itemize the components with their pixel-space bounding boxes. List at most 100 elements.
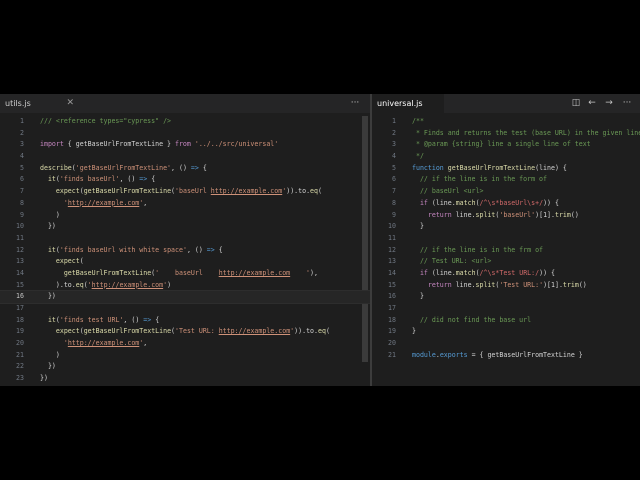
code-line[interactable]: 19} (372, 326, 640, 338)
code-line[interactable]: 11 (372, 233, 640, 245)
code-line[interactable]: 10 }) (0, 221, 370, 233)
code-line[interactable]: 12 // if the line is in the frm of (372, 245, 640, 257)
code-text: describe('getBaseUrlFromTextLine', () =>… (40, 163, 207, 172)
code-line[interactable]: 6 it('finds baseUrl', () => { (0, 174, 370, 186)
line-number: 5 (392, 163, 396, 172)
code-line[interactable]: 13 // Test URL: <url> (372, 256, 640, 268)
code-line[interactable]: 21 module.exports = { getBaseUrlFromTextL… (372, 350, 640, 362)
code-editor: utils.js ✕ ··· 1 /// <reference types="cy… (0, 94, 640, 386)
code-line[interactable]: 11 (0, 233, 370, 245)
line-number: 1 (392, 117, 396, 125)
line-number: 3 (392, 140, 396, 149)
code-line[interactable]: 4 */ (372, 151, 640, 163)
code-text: import { getBaseUrlFromTextLine } from '… (40, 140, 279, 149)
code-line[interactable]: 12 it('finds baseUrl with white space', … (0, 245, 370, 257)
go-forward-icon[interactable]: → (603, 94, 615, 113)
code-line[interactable]: 2 (0, 128, 370, 140)
code-line[interactable]: 16 } (372, 291, 640, 303)
code-text: function getBaseUrlFromTextLine(line) { (412, 163, 567, 172)
line-number: 4 (392, 152, 396, 161)
code-text: return line.split('baseUrl')[1].trim() (427, 210, 579, 219)
code-line[interactable]: 15 return line.split('Test URL:')[1].tri… (372, 280, 640, 292)
code-text: /// <reference types="cypress" /> (40, 117, 172, 125)
code-line[interactable]: 7 // baseUrl <url> (372, 186, 640, 198)
code-line[interactable]: 9 return line.split('baseUrl')[1].trim() (372, 210, 640, 222)
code-line[interactable]: 14 if (line.match(/^\s*Test URL:/)) { (372, 268, 640, 280)
code-line[interactable]: 7 expect(getBaseUrlFromTextLine('baseUrl… (0, 186, 370, 198)
split-editor-icon[interactable]: ◫ (570, 94, 582, 113)
code-line[interactable]: 13 expect( (0, 256, 370, 268)
line-number: 20 (388, 339, 396, 348)
code-line[interactable]: 17 (0, 303, 370, 315)
line-number: 18 (16, 315, 24, 324)
tab-utils-js[interactable]: utils.js ✕ (0, 94, 78, 113)
code-text: 'http://example.com', (63, 198, 148, 207)
line-number: 17 (16, 304, 24, 312)
line-number: 1 (20, 117, 24, 125)
line-number: 15 (16, 280, 24, 289)
line-number: 19 (16, 327, 24, 336)
code-line[interactable]: 18 it('finds test URL', () => { (0, 315, 370, 327)
code-text: expect(getBaseUrlFromTextLine('Test URL:… (55, 327, 330, 336)
code-line[interactable]: 3 import { getBaseUrlFromTextLine } from … (0, 139, 370, 151)
tab-bar-right: universal.js ◫ ← → ··· (372, 94, 640, 113)
code-text: } (412, 222, 424, 231)
code-line[interactable]: 5 describe('getBaseUrlFromTextLine', () =… (0, 163, 370, 175)
line-number: 2 (20, 128, 24, 137)
code-line[interactable]: 19 expect(getBaseUrlFromTextLine('Test U… (0, 326, 370, 338)
code-line[interactable]: 1 /// <reference types="cypress" /> (0, 116, 370, 128)
code-area-left[interactable]: 1/// <reference types="cypress" /> 2 3 impo… (0, 116, 370, 386)
code-text: // Test URL: <url> (412, 257, 492, 266)
code-line[interactable]: 18 // did not find the base url (372, 315, 640, 327)
code-line[interactable]: 4 (0, 151, 370, 163)
code-text: it('finds test URL', () => { (47, 315, 160, 324)
line-number: 12 (388, 245, 396, 254)
code-line[interactable]: 14 getBaseUrlFromTextLine(' baseUrl http… (0, 268, 370, 280)
code-line[interactable]: 21 ) (0, 350, 370, 362)
line-number: 11 (16, 233, 24, 242)
code-line[interactable]: 20 (372, 338, 640, 350)
line-number: 13 (16, 257, 24, 266)
code-text: expect(getBaseUrlFromTextLine('baseUrl h… (55, 187, 322, 196)
more-icon[interactable]: ··· (621, 94, 633, 113)
code-text: } (412, 327, 416, 336)
code-text: }) (40, 374, 48, 383)
code-line[interactable]: 5 function getBaseUrlFromTextLine(line) { (372, 163, 640, 175)
code-line[interactable]: 8 'http://example.com', (0, 198, 370, 210)
code-text: it('finds baseUrl', () => { (47, 175, 156, 184)
line-number: 5 (20, 163, 24, 172)
line-number: 6 (392, 175, 396, 184)
code-line[interactable]: 8 if (line.match(/^\s*baseUrl\s+/)) { (372, 198, 640, 210)
go-back-icon[interactable]: ← (586, 94, 598, 113)
code-line[interactable]: 23}) (0, 373, 370, 385)
code-line[interactable]: 2 * Finds and returns the test (base URL… (372, 128, 640, 140)
code-text: // did not find the base url (412, 315, 532, 324)
code-text: ).to.eq('http://example.com') (40, 280, 172, 289)
line-number: 16 (388, 292, 396, 301)
line-number: 9 (20, 210, 24, 219)
code-line[interactable]: 22 }) (0, 361, 370, 373)
code-line[interactable]: 15 ).to.eq('http://example.com') (0, 280, 370, 292)
code-text: if (line.match(/^\s*baseUrl\s+/)) { (419, 198, 559, 207)
line-number: 20 (16, 339, 24, 348)
line-number: 23 (16, 374, 24, 383)
code-area-right[interactable]: 1 /** 2 * Finds and returns the test (base… (372, 116, 640, 386)
code-text: // baseUrl <url> (412, 187, 484, 196)
code-line[interactable]: 10 } (372, 221, 640, 233)
code-line[interactable]: 1 /** (372, 116, 640, 128)
close-icon[interactable]: ✕ (66, 94, 74, 113)
line-number: 7 (20, 187, 24, 196)
line-number: 19 (388, 327, 396, 336)
code-line[interactable]: 20 'http://example.com', (0, 338, 370, 350)
code-line[interactable]: 6 // if the line is in the form of (372, 174, 640, 186)
code-line[interactable]: 9 ) (0, 210, 370, 222)
line-number: 14 (388, 268, 396, 277)
code-line[interactable]: 3 * @param {string} line a single line o… (372, 139, 640, 151)
line-number: 21 (16, 350, 24, 359)
code-text: * @param {string} line a single line of … (412, 140, 591, 149)
code-line[interactable]: 17 (372, 303, 640, 315)
tab-universal-js[interactable]: universal.js (372, 94, 444, 113)
line-number: 4 (20, 152, 24, 161)
code-line[interactable]: 16 }) (0, 290, 370, 304)
more-icon[interactable]: ··· (349, 94, 361, 113)
